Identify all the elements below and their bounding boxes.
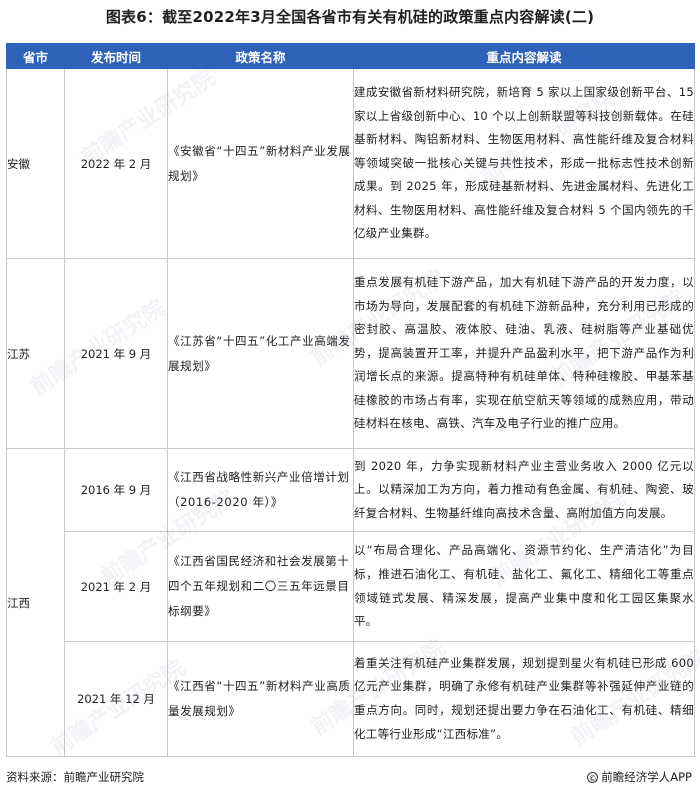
header-province: 省市 (6, 43, 65, 69)
table-row: 安徽 2022 年 2 月 《安徽省“十四五”新材料产业发展规划》 建成安徽省新… (6, 68, 695, 259)
page-title: 图表6：截至2022年3月全国各省市有关有机硅的政策重点内容解读(二) (105, 8, 595, 26)
table-row: 江西 2016 年 9 月 《江西省战略性新兴产业倍增计划（2016-2020 … (6, 448, 695, 757)
copyright-icon: © (587, 771, 599, 783)
content-cell: 以“布局合理化、产品高端化、资源节约化、生产清洁化”为目标，推进石油化工、有机硅… (353, 531, 695, 642)
source-note: 资料来源：前瞻产业研究院 (6, 770, 144, 784)
date-cell: 2021 年 12 月 (64, 641, 168, 757)
province-cell: 安徽 (6, 68, 65, 259)
content-cell: 重点发展有机硅下游产品，加大有机硅下游产品的开发力度，以市场为导向，发展配套的有… (353, 258, 695, 449)
date-cell: 2021 年 2 月 (64, 531, 168, 642)
header-policy: 政策名称 (167, 43, 354, 69)
province-cell: 江西 (6, 448, 65, 757)
content-cell: 着重关注有机硅产业集群发展，规划提到星火有机硅已形成 600 亿元产业集群，明确… (353, 641, 695, 757)
header-content: 重点内容解读 (353, 43, 695, 69)
province-cell: 江苏 (6, 258, 65, 449)
policy-name-cell: 《江西省国民经济和社会发展第十四个五年规划和二〇三五年远景目标纲要》 (167, 531, 354, 642)
policy-name-cell: 《江苏省“十四五”化工产业高端发展规划》 (167, 258, 354, 449)
date-cell: 2016 年 9 月 (64, 448, 168, 532)
table-row: 2021 年 12 月 《江西省“十四五”新材料产业高质量发展规划》 着重关注有… (7, 641, 695, 757)
table-row: 2021 年 2 月 《江西省国民经济和社会发展第十四个五年规划和二〇三五年远景… (7, 531, 695, 642)
header-date: 发布时间 (64, 43, 168, 69)
date-cell: 2022 年 2 月 (64, 68, 168, 259)
policy-table: 省市 发布时间 政策名称 重点内容解读 安徽 2022 年 2 月 《安徽省“十… (6, 43, 695, 757)
table-header-row: 省市 发布时间 政策名称 重点内容解读 (6, 43, 695, 69)
policy-name-cell: 《江西省“十四五”新材料产业高质量发展规划》 (167, 641, 354, 757)
content-cell: 到 2020 年，力争实现新材料产业主营业务收入 2000 亿元以上。以精深加工… (353, 448, 695, 532)
policy-name-cell: 《安徽省“十四五”新材料产业发展规划》 (167, 68, 354, 259)
date-cell: 2021 年 9 月 (64, 258, 168, 449)
policy-name-cell: 《江西省战略性新兴产业倍增计划（2016-2020 年）》 (167, 448, 354, 532)
brand-credit: © 前瞻经济学人APP (587, 769, 692, 785)
content-cell: 建成安徽省新材料研究院，新培育 5 家以上国家级创新平台、15 家以上省级创新中… (353, 68, 695, 259)
table-row: 江苏 2021 年 9 月 《江苏省“十四五”化工产业高端发展规划》 重点发展有… (6, 258, 695, 449)
brand-label: 前瞻经济学人APP (601, 770, 692, 784)
